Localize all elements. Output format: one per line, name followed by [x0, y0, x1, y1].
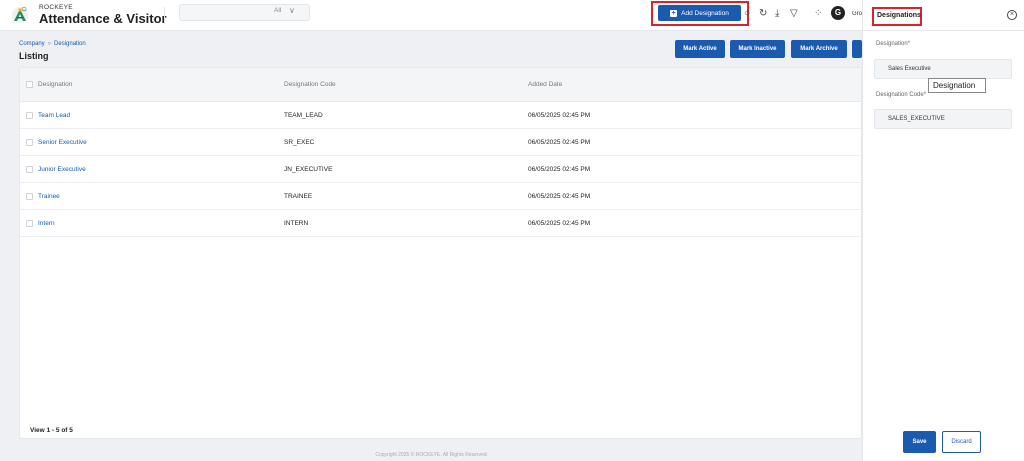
download-icon[interactable]: ⤓ [775, 8, 779, 19]
add-designation-label: Add Designation [681, 9, 729, 17]
drawer-title: Designations [877, 12, 921, 19]
designation-code: INTERN [284, 220, 309, 227]
tooltip: Designation [928, 78, 986, 93]
breadcrumb-company[interactable]: Company [19, 41, 45, 47]
designation-code: SR_EXEC [284, 139, 315, 146]
drawer-header: Designations × [863, 0, 1024, 31]
close-icon[interactable]: × [1007, 10, 1017, 20]
breadcrumb: Company» Designation [19, 41, 86, 47]
add-designation-button[interactable]: + Add Designation [658, 5, 741, 21]
column-added-date[interactable]: Added Date [528, 81, 562, 88]
table-row[interactable]: Senior Executive SR_EXEC 06/05/2025 02:4… [20, 129, 861, 156]
designation-code: TRAINEE [284, 193, 313, 200]
mark-active-button[interactable]: Mark Active [675, 40, 725, 58]
filter-icon[interactable]: ▽ [790, 8, 798, 19]
row-checkbox[interactable] [26, 166, 33, 173]
table-row[interactable]: Trainee TRAINEE 06/05/2025 02:45 PM [20, 183, 861, 210]
added-date: 06/05/2025 02:45 PM [528, 139, 591, 146]
user-name[interactable]: Gro [852, 11, 862, 17]
save-button[interactable]: Save [903, 431, 936, 453]
table-row[interactable]: Team Lead TEAM_LEAD 06/05/2025 02:45 PM [20, 102, 861, 129]
avatar[interactable]: G [831, 6, 845, 20]
designation-code: JN_EXECUTIVE [284, 166, 333, 173]
top-header: ROCKEYE Attendance & Visitor ○ All ∨ + A… [0, 0, 862, 31]
mark-archive-button[interactable]: Mark Archive [791, 40, 847, 58]
search-filter-select[interactable]: All [274, 7, 281, 14]
table-row[interactable]: Intern INTERN 06/05/2025 02:45 PM [20, 210, 861, 237]
designation-label: Designation* [876, 41, 911, 47]
designation-drawer: Designations × Designation* Sales Execut… [862, 0, 1024, 461]
designation-code-label: Designation Code* [876, 92, 927, 98]
breadcrumb-separator: » [47, 41, 52, 47]
pagination-summary: View 1 - 5 of 5 [30, 427, 73, 434]
search-icon[interactable]: ○ [744, 8, 750, 19]
added-date: 06/05/2025 02:45 PM [528, 220, 591, 227]
designation-field[interactable]: Sales Executive [874, 59, 1012, 79]
page-title: Listing [19, 51, 49, 61]
discard-button[interactable]: Discard [942, 431, 981, 453]
designation-code: TEAM_LEAD [284, 112, 323, 119]
row-checkbox[interactable] [26, 139, 33, 146]
listing-table: Designation Designation Code Added Date … [19, 67, 862, 439]
designation-link[interactable]: Junior Executive [38, 166, 86, 173]
table-header: Designation Designation Code Added Date [20, 68, 861, 102]
designation-link[interactable]: Team Lead [38, 112, 70, 119]
plus-icon: + [670, 9, 678, 17]
table-row[interactable]: Junior Executive JN_EXECUTIVE 06/05/2025… [20, 156, 861, 183]
added-date: 06/05/2025 02:45 PM [528, 166, 591, 173]
row-checkbox[interactable] [26, 193, 33, 200]
app-title: Attendance & Visitor [39, 11, 167, 26]
chevron-down-icon[interactable]: ∨ [289, 6, 295, 15]
header-divider [164, 7, 165, 24]
added-date: 06/05/2025 02:45 PM [528, 112, 591, 119]
refresh-icon[interactable]: ↻ [759, 8, 767, 19]
designation-link[interactable]: Senior Executive [38, 139, 87, 146]
select-all-checkbox[interactable] [26, 81, 33, 88]
apps-grid-icon[interactable]: ⁘ [814, 8, 822, 19]
brand-small-text: ROCKEYE [39, 4, 73, 11]
added-date: 06/05/2025 02:45 PM [528, 193, 591, 200]
designation-link[interactable]: Trainee [38, 193, 60, 200]
mark-inactive-button[interactable]: Mark Inactive [730, 40, 785, 58]
designation-link[interactable]: Intern [38, 220, 55, 227]
copyright-text: Copyright 2025 © ROCKEYE. All Rights Res… [375, 452, 487, 458]
search-icon[interactable]: ○ [21, 4, 27, 15]
more-actions-button[interactable] [852, 40, 862, 58]
column-designation[interactable]: Designation [38, 81, 72, 88]
breadcrumb-designation[interactable]: Designation [54, 41, 86, 47]
row-checkbox[interactable] [26, 112, 33, 119]
column-designation-code[interactable]: Designation Code [284, 81, 336, 88]
designation-code-field[interactable]: SALES_EXECUTIVE [874, 109, 1012, 129]
row-checkbox[interactable] [26, 220, 33, 227]
